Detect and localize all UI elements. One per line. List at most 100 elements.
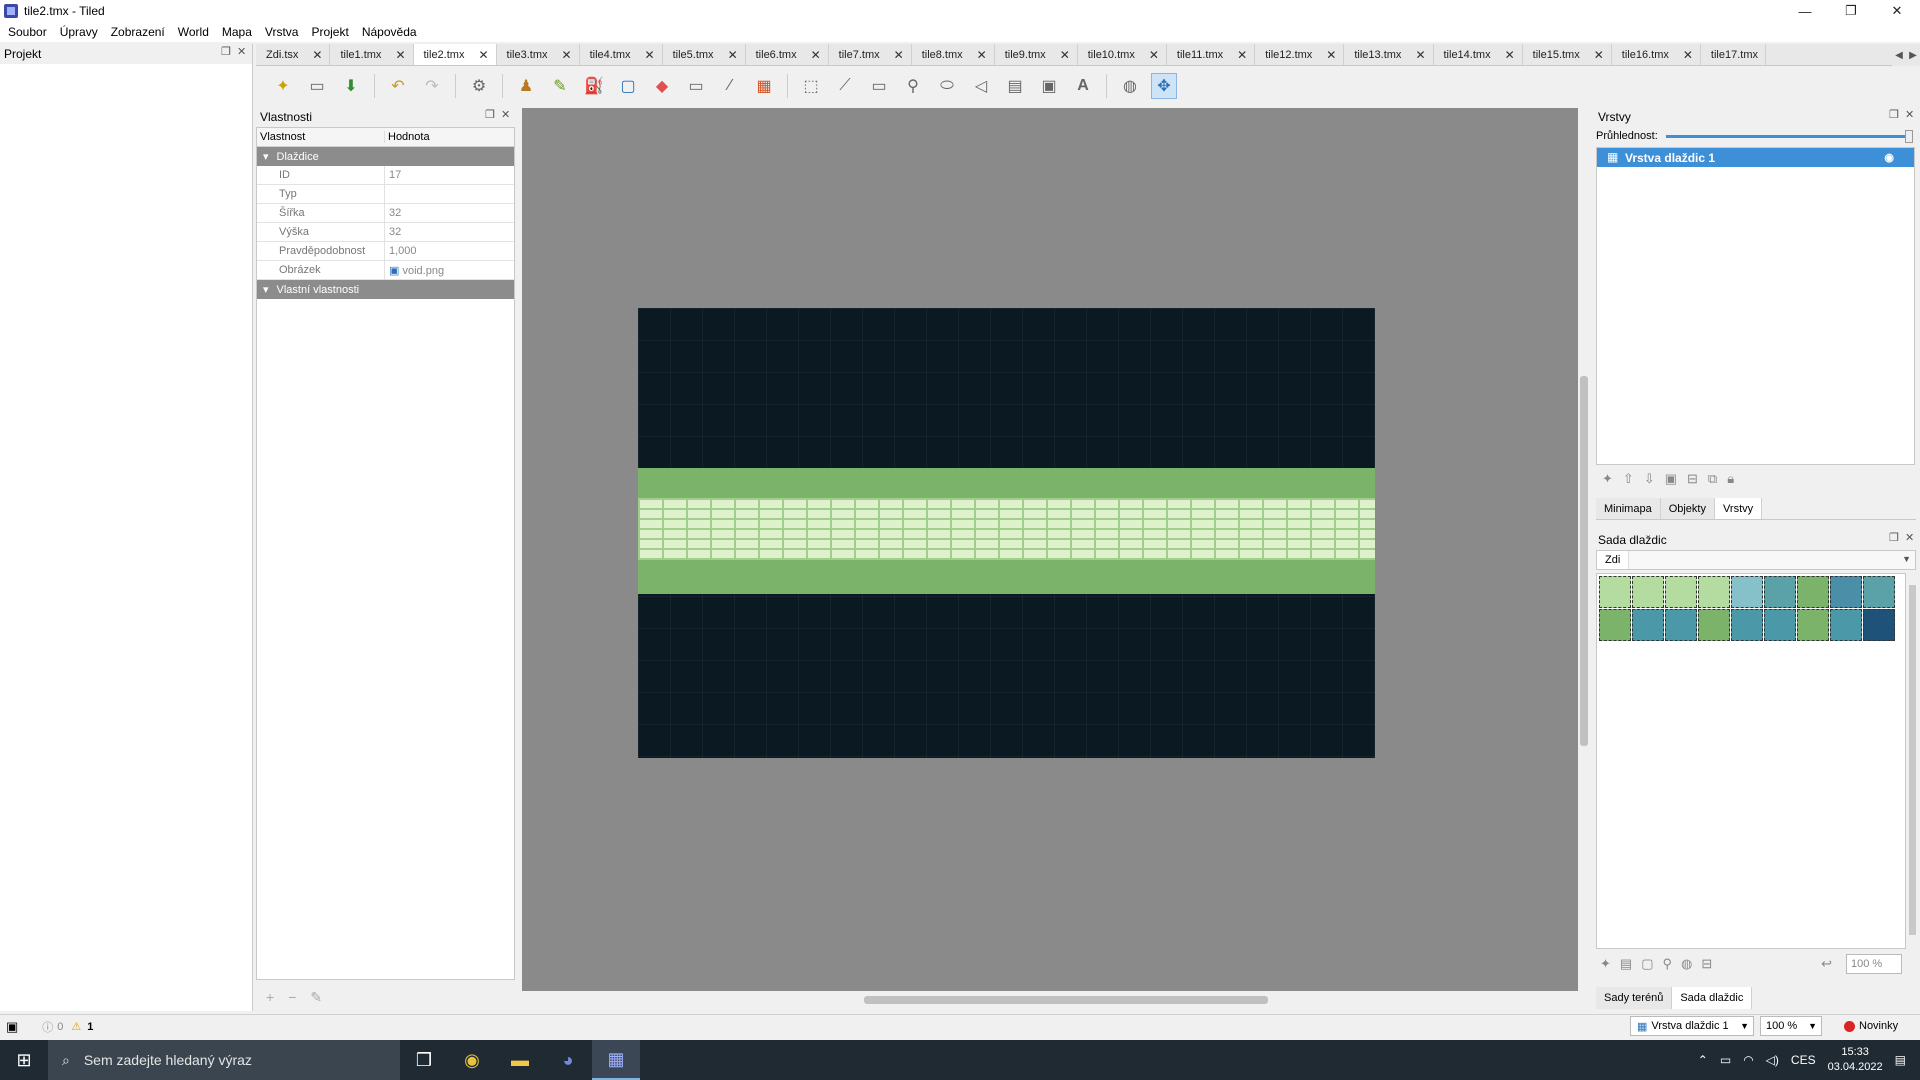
prop-row-id[interactable]: ID 17 — [257, 165, 514, 185]
minimize-button[interactable]: — — [1782, 0, 1828, 22]
close-window-button[interactable]: ✕ — [1874, 0, 1920, 22]
edit-tileset-icon[interactable]: ⚲ — [1663, 956, 1673, 972]
new-file-icon[interactable]: ✦ — [270, 73, 296, 99]
float-icon[interactable]: ❐ — [221, 47, 232, 58]
delete-layer-icon[interactable]: ⊟ — [1687, 471, 1698, 487]
prop-row-image[interactable]: Obrázek ▣ void.png — [257, 260, 514, 280]
tab-tile13[interactable]: tile13.tmx ✕ — [1344, 44, 1434, 65]
remove-property-icon[interactable]: − — [288, 989, 296, 1005]
insert-tile-icon[interactable]: ▤ — [1002, 73, 1028, 99]
tile-cell[interactable] — [1830, 609, 1862, 641]
insert-point-icon[interactable]: ⚲ — [900, 73, 926, 99]
tab-tile10[interactable]: tile10.tmx ✕ — [1078, 44, 1167, 65]
insert-ellipse-icon[interactable]: ⬭ — [934, 73, 960, 99]
magic-wand-icon[interactable]: ⁄ — [717, 73, 743, 99]
new-tileset-icon[interactable]: ✦ — [1600, 956, 1611, 972]
close-icon[interactable]: ✕ — [501, 110, 512, 121]
tile-cell[interactable] — [1698, 576, 1730, 608]
maximize-button[interactable]: ❐ — [1828, 0, 1874, 22]
tile-cell[interactable] — [1665, 609, 1697, 641]
tab-tile2[interactable]: tile2.tmx ✕ — [413, 44, 497, 65]
opacity-slider[interactable] — [1665, 129, 1913, 143]
tiled-taskbar-icon[interactable]: ▦ — [592, 1040, 640, 1080]
windows-start-icon[interactable]: ⊞ — [0, 1040, 48, 1080]
undo-icon[interactable]: ↶ — [385, 73, 411, 99]
map-vertical-scrollbar[interactable] — [1578, 108, 1590, 991]
clock[interactable]: 15:33 03.04.2022 — [1828, 1045, 1883, 1075]
insert-text-icon[interactable]: A — [1070, 73, 1096, 99]
status-zoom-selector[interactable]: 100 % ▼ — [1760, 1016, 1822, 1036]
select-same-tile-icon[interactable]: ▦ — [751, 73, 777, 99]
close-icon[interactable]: ✕ — [1149, 48, 1159, 62]
close-icon[interactable]: ✕ — [478, 48, 488, 62]
scrollbar-thumb[interactable] — [1580, 376, 1588, 746]
float-icon[interactable]: ❐ — [485, 110, 496, 121]
tile-cell[interactable] — [1665, 576, 1697, 608]
tileset-tab-zdi[interactable]: Zdi — [1597, 551, 1630, 569]
tileset-zoom[interactable]: 100 % — [1846, 954, 1902, 974]
shape-fill-icon[interactable]: ▢ — [615, 73, 641, 99]
close-icon[interactable]: ✕ — [1505, 48, 1515, 62]
error-icon[interactable]: ⓘ — [42, 1019, 53, 1035]
tile-cell[interactable] — [1731, 576, 1763, 608]
save-icon[interactable]: ⬇ — [338, 73, 364, 99]
task-view-icon[interactable]: ❒ — [400, 1040, 448, 1080]
close-icon[interactable]: ✕ — [1683, 48, 1693, 62]
tab-objects[interactable]: Objekty — [1660, 498, 1715, 519]
tab-tile11[interactable]: tile11.tmx ✕ — [1167, 44, 1256, 65]
rect-select-icon[interactable]: ▭ — [683, 73, 709, 99]
layer-item[interactable]: ▦ Vrstva dlaždic 1 ◉ — [1597, 148, 1914, 167]
tab-tile1[interactable]: tile1.tmx ✕ — [330, 44, 414, 65]
prop-row-type[interactable]: Typ — [257, 184, 514, 204]
volume-icon[interactable]: ◁) — [1766, 1053, 1779, 1067]
menu-zobrazeni[interactable]: Zobrazení — [106, 25, 170, 39]
tile-cell[interactable] — [1599, 609, 1631, 641]
tileset-scrollbar[interactable] — [1908, 573, 1917, 949]
taskbar-search[interactable]: ⌕ Sem zadejte hledaný výraz — [48, 1040, 400, 1080]
tab-tile8[interactable]: tile8.tmx ✕ — [912, 44, 995, 65]
tile-cell[interactable] — [1632, 609, 1664, 641]
tile-cell[interactable] — [1698, 609, 1730, 641]
scrollbar-thumb[interactable] — [1909, 585, 1916, 935]
chevron-right-icon[interactable]: ▶ — [1909, 50, 1917, 61]
notifications-icon[interactable]: ▤ — [1895, 1053, 1906, 1067]
network-icon[interactable]: ▭ — [1720, 1053, 1731, 1067]
tile-cell[interactable] — [1599, 576, 1631, 608]
tab-terrain-sets[interactable]: Sady terénů — [1596, 987, 1673, 1009]
tile-cell[interactable] — [1764, 609, 1796, 641]
chrome-icon[interactable]: ◉ — [448, 1040, 496, 1080]
group-custom-properties[interactable]: ▾ Vlastní vlastnosti — [257, 280, 514, 299]
tab-tile7[interactable]: tile7.tmx ✕ — [829, 44, 912, 65]
wifi-icon[interactable]: ◠ — [1743, 1053, 1753, 1067]
tile-cell[interactable] — [1863, 576, 1895, 608]
close-icon[interactable]: ✕ — [645, 48, 655, 62]
tile-cell[interactable] — [1863, 609, 1895, 641]
menu-world[interactable]: World — [173, 25, 214, 39]
tab-tileset[interactable]: Sada dlaždic — [1672, 987, 1753, 1009]
insert-polygon-icon[interactable]: ◁ — [968, 73, 994, 99]
prop-row-height[interactable]: Výška 32 — [257, 222, 514, 242]
new-layer-icon[interactable]: ✦ — [1602, 471, 1613, 487]
export-tileset-icon[interactable]: ⊟ — [1701, 956, 1712, 972]
close-icon[interactable]: ✕ — [1326, 48, 1336, 62]
tileset-grid[interactable] — [1596, 573, 1906, 949]
group-tile[interactable]: ▾ Dlaždice — [257, 147, 514, 166]
tileset-selector[interactable]: Zdi ▼ — [1596, 550, 1916, 570]
eraser-icon[interactable]: ◆ — [649, 73, 675, 99]
scrollbar-thumb[interactable] — [864, 996, 1268, 1004]
tile-cell[interactable] — [1797, 609, 1829, 641]
rename-property-icon[interactable]: ✎ — [310, 989, 322, 1006]
close-icon[interactable]: ✕ — [1905, 533, 1916, 544]
chevron-up-icon[interactable]: ⌃ — [1698, 1053, 1708, 1067]
close-icon[interactable]: ✕ — [1060, 48, 1070, 62]
tab-tile3[interactable]: tile3.tmx ✕ — [497, 44, 580, 65]
tile-cell[interactable] — [1797, 576, 1829, 608]
world-tool-icon[interactable]: ◍ — [1117, 73, 1143, 99]
float-icon[interactable]: ❐ — [1889, 110, 1900, 121]
move-layer-down-icon[interactable]: ⇩ — [1644, 471, 1655, 487]
duplicate-layer-icon[interactable]: ▣ — [1665, 471, 1677, 487]
close-icon[interactable]: ✕ — [1415, 48, 1425, 62]
news-button[interactable]: Novinky — [1844, 1016, 1898, 1036]
tile-cell[interactable] — [1764, 576, 1796, 608]
add-property-icon[interactable]: + — [266, 989, 274, 1005]
